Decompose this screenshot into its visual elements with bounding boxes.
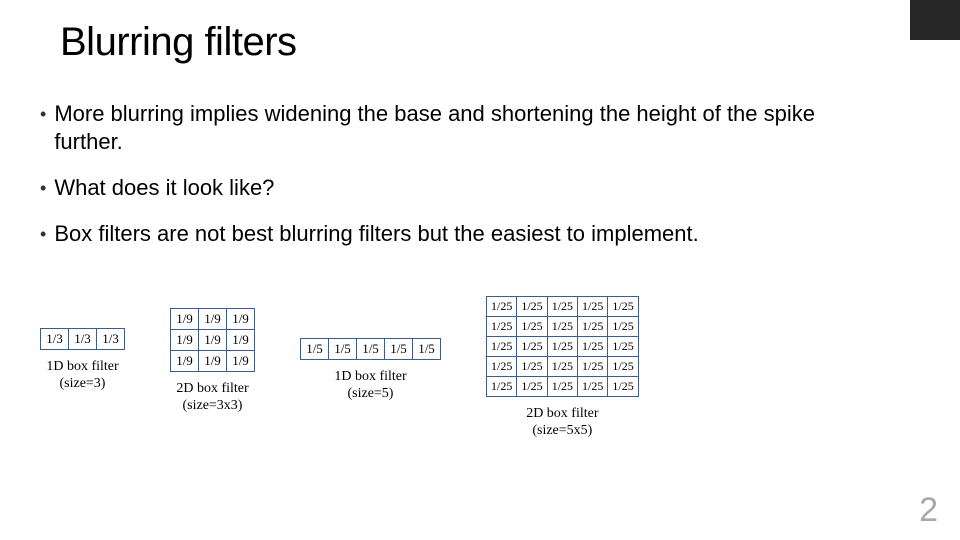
cell: 1/25 [608, 297, 638, 317]
bullet-icon: • [40, 174, 46, 202]
cell: 1/25 [608, 317, 638, 337]
corner-accent [910, 0, 960, 40]
cell: 1/25 [608, 377, 638, 397]
cell: 1/25 [547, 317, 577, 337]
figure-caption: 1D box filter (size=5) [334, 368, 406, 402]
caption-line: (size=5) [347, 386, 393, 401]
cell: 1/3 [69, 329, 97, 350]
cell: 1/25 [608, 357, 638, 377]
list-item: • More blurring implies widening the bas… [40, 100, 840, 156]
cell: 1/25 [517, 317, 547, 337]
cell: 1/25 [578, 357, 608, 377]
cell: 1/3 [97, 329, 125, 350]
caption-line: 1D box filter [334, 369, 406, 384]
cell: 1/9 [171, 351, 199, 372]
figures-row: 1/3 1/3 1/3 1D box filter (size=3) 1/9 1… [40, 308, 940, 439]
cell: 1/25 [487, 317, 517, 337]
cell: 1/9 [199, 351, 227, 372]
table-row: 1/25 1/25 1/25 1/25 1/25 [487, 357, 639, 377]
table-row: 1/9 1/9 1/9 [171, 309, 255, 330]
cell: 1/3 [41, 329, 69, 350]
caption-line: 2D box filter [176, 381, 248, 396]
cell: 1/25 [578, 337, 608, 357]
cell: 1/25 [547, 357, 577, 377]
figure-caption: 2D box filter (size=5x5) [526, 405, 598, 439]
list-item: • Box filters are not best blurring filt… [40, 220, 840, 248]
figure-caption: 2D box filter (size=3x3) [176, 380, 248, 414]
figure-2d-box-3: 1/9 1/9 1/9 1/9 1/9 1/9 1/9 1/9 1/9 2D b… [170, 308, 255, 414]
caption-line: 1D box filter [46, 359, 118, 374]
figure-1d-box-5: 1/5 1/5 1/5 1/5 1/5 1D box filter (size=… [300, 338, 441, 402]
cell: 1/25 [517, 337, 547, 357]
figure-1d-box-3: 1/3 1/3 1/3 1D box filter (size=3) [40, 328, 125, 392]
cell: 1/25 [608, 337, 638, 357]
table-row: 1/5 1/5 1/5 1/5 1/5 [301, 339, 441, 360]
cell: 1/9 [227, 351, 255, 372]
bullet-text: Box filters are not best blurring filter… [54, 220, 698, 248]
table-row: 1/3 1/3 1/3 [41, 329, 125, 350]
cell: 1/5 [413, 339, 441, 360]
table-row: 1/25 1/25 1/25 1/25 1/25 [487, 337, 639, 357]
filter-grid: 1/3 1/3 1/3 [40, 328, 125, 350]
cell: 1/25 [578, 297, 608, 317]
figure-caption: 1D box filter (size=3) [46, 358, 118, 392]
cell: 1/25 [517, 377, 547, 397]
slide-title: Blurring filters [60, 20, 297, 65]
cell: 1/9 [171, 330, 199, 351]
bullet-text: What does it look like? [54, 174, 274, 202]
table-row: 1/25 1/25 1/25 1/25 1/25 [487, 377, 639, 397]
cell: 1/25 [578, 317, 608, 337]
cell: 1/25 [547, 337, 577, 357]
cell: 1/25 [517, 297, 547, 317]
bullet-icon: • [40, 220, 46, 248]
cell: 1/25 [578, 377, 608, 397]
caption-line: (size=3) [59, 376, 105, 391]
cell: 1/9 [199, 309, 227, 330]
bullet-list: • More blurring implies widening the bas… [40, 100, 840, 266]
cell: 1/25 [547, 297, 577, 317]
cell: 1/25 [487, 297, 517, 317]
cell: 1/9 [227, 309, 255, 330]
filter-grid: 1/9 1/9 1/9 1/9 1/9 1/9 1/9 1/9 1/9 [170, 308, 255, 372]
cell: 1/9 [171, 309, 199, 330]
page-number: 2 [919, 491, 938, 530]
cell: 1/9 [227, 330, 255, 351]
table-row: 1/9 1/9 1/9 [171, 330, 255, 351]
table-row: 1/25 1/25 1/25 1/25 1/25 [487, 317, 639, 337]
filter-grid: 1/25 1/25 1/25 1/25 1/25 1/25 1/25 1/25 … [486, 296, 639, 397]
table-row: 1/25 1/25 1/25 1/25 1/25 [487, 297, 639, 317]
list-item: • What does it look like? [40, 174, 840, 202]
cell: 1/25 [517, 357, 547, 377]
figure-2d-box-5: 1/25 1/25 1/25 1/25 1/25 1/25 1/25 1/25 … [486, 296, 639, 439]
bullet-text: More blurring implies widening the base … [54, 100, 840, 156]
filter-grid: 1/5 1/5 1/5 1/5 1/5 [300, 338, 441, 360]
cell: 1/25 [487, 357, 517, 377]
cell: 1/25 [547, 377, 577, 397]
cell: 1/5 [385, 339, 413, 360]
cell: 1/5 [357, 339, 385, 360]
cell: 1/5 [301, 339, 329, 360]
cell: 1/5 [329, 339, 357, 360]
caption-line: 2D box filter [526, 406, 598, 421]
cell: 1/25 [487, 377, 517, 397]
table-row: 1/9 1/9 1/9 [171, 351, 255, 372]
cell: 1/25 [487, 337, 517, 357]
cell: 1/9 [199, 330, 227, 351]
caption-line: (size=3x3) [182, 398, 242, 413]
caption-line: (size=5x5) [532, 423, 592, 438]
bullet-icon: • [40, 100, 46, 128]
